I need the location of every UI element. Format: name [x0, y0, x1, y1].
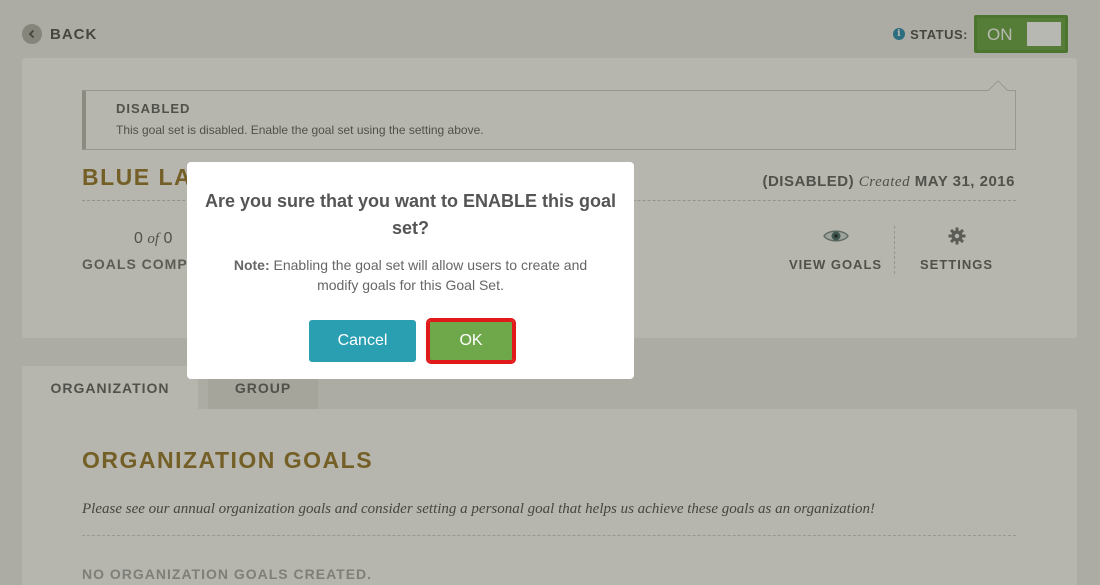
ok-button[interactable]: OK: [426, 318, 516, 364]
cancel-button[interactable]: Cancel: [309, 320, 416, 362]
note-text: Enabling the goal set will allow users t…: [273, 257, 588, 293]
note-label: Note:: [233, 257, 270, 273]
confirm-enable-dialog: Are you sure that you want to ENABLE thi…: [187, 162, 634, 379]
dialog-title: Are you sure that you want to ENABLE thi…: [204, 191, 617, 238]
dialog-note: Note: Enabling the goal set will allow u…: [187, 255, 634, 295]
